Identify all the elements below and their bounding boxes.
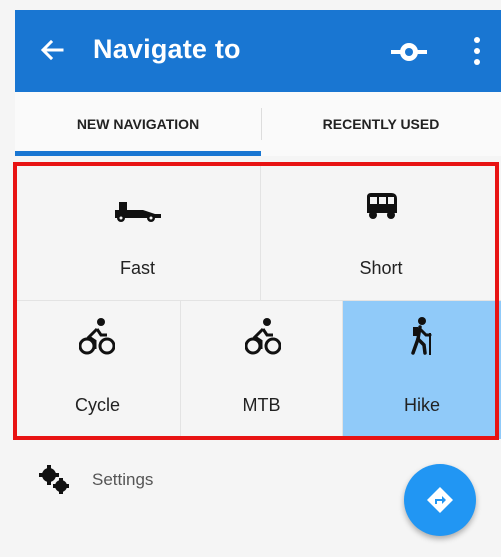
app-bar: Navigate to bbox=[15, 10, 501, 92]
mode-label: Cycle bbox=[74, 395, 120, 415]
tab-bar: NEW NAVIGATION RECENTLY USED bbox=[15, 92, 501, 156]
mode-label: MTB bbox=[242, 395, 281, 415]
arrow-left-icon[interactable] bbox=[37, 35, 67, 65]
cyclist-icon bbox=[79, 318, 115, 355]
tab-indicator bbox=[15, 151, 261, 156]
van-icon bbox=[367, 193, 397, 219]
mode-mtb-button[interactable]: MTB bbox=[181, 301, 343, 439]
mode-short-button[interactable]: Short bbox=[261, 163, 501, 301]
start-navigation-button[interactable] bbox=[404, 464, 476, 536]
mountain-biker-icon bbox=[245, 318, 281, 355]
directions-icon bbox=[427, 487, 453, 513]
mode-label: Fast bbox=[119, 258, 155, 278]
tab-new-navigation[interactable]: NEW NAVIGATION bbox=[15, 92, 261, 156]
settings-row[interactable]: Settings bbox=[38, 462, 153, 498]
mode-label: Short bbox=[359, 258, 403, 278]
mode-label: Hike bbox=[403, 395, 440, 415]
route-point-icon[interactable] bbox=[389, 38, 429, 66]
tab-recently-used[interactable]: RECENTLY USED bbox=[261, 92, 501, 156]
hiker-icon bbox=[411, 317, 432, 355]
mode-grid: Fast Short Cycle MTB Hike bbox=[15, 163, 501, 439]
mode-hike-button[interactable]: Hike bbox=[343, 301, 501, 439]
mode-cycle-button[interactable]: Cycle bbox=[15, 301, 181, 439]
settings-label: Settings bbox=[92, 470, 154, 489]
gears-icon bbox=[39, 465, 69, 494]
mode-fast-button[interactable]: Fast bbox=[15, 163, 261, 301]
page-title: Navigate to bbox=[93, 34, 241, 64]
race-car-icon bbox=[115, 202, 161, 222]
more-vert-icon[interactable] bbox=[470, 34, 484, 68]
